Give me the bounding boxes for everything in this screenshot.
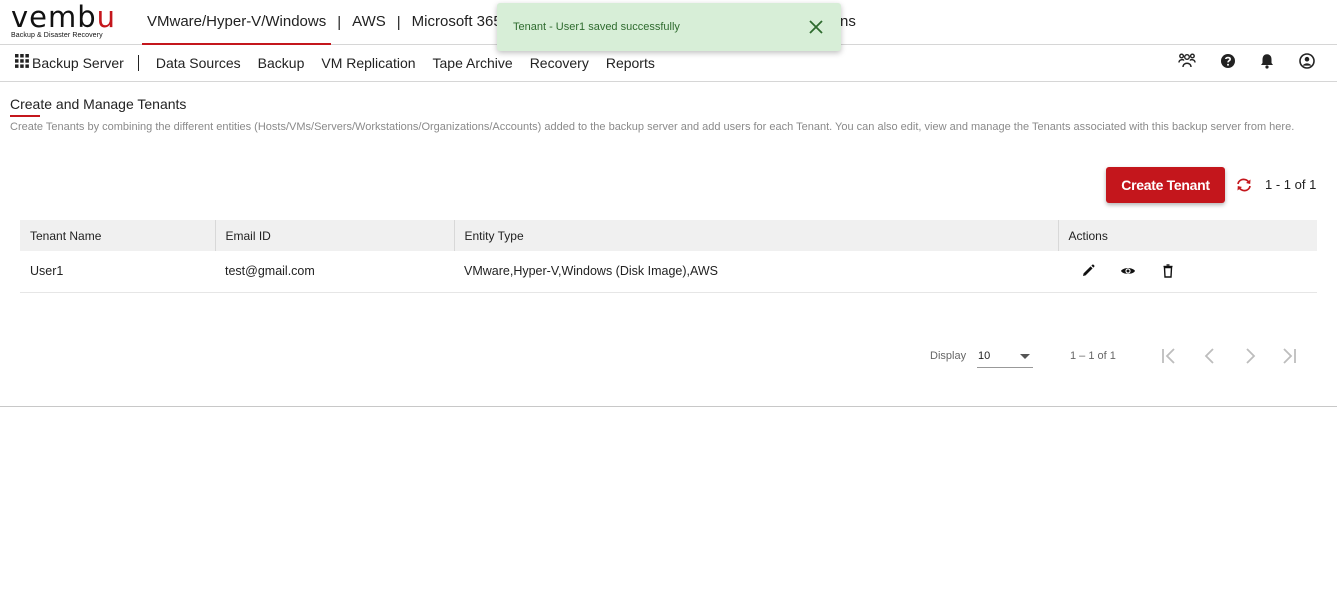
table-row: User1 test@gmail.com VMware,Hyper-V,Wind… xyxy=(20,251,1317,293)
user-account-icon[interactable] xyxy=(1298,52,1316,70)
notification-bell-icon[interactable] xyxy=(1258,52,1276,70)
cell-email-id: test@gmail.com xyxy=(215,251,454,293)
cell-tenant-name: User1 xyxy=(20,251,215,293)
tenants-table: Tenant Name Email ID Entity Type Actions… xyxy=(20,220,1317,293)
edit-pencil-icon[interactable] xyxy=(1080,263,1096,279)
record-range: 1 - 1 of 1 xyxy=(1265,177,1317,192)
next-page-icon[interactable] xyxy=(1240,346,1260,366)
toast-message: Tenant - User1 saved successfully xyxy=(513,21,680,33)
tab-vmware-hyperv-windows[interactable]: VMware/Hyper-V/Windows xyxy=(142,0,332,45)
page-title: Create and Manage Tenants xyxy=(10,96,187,112)
vembu-logo[interactable]: vembu Backup & Disaster Recovery xyxy=(11,3,121,41)
nav-recovery[interactable]: Recovery xyxy=(530,55,589,71)
tab-separator: | xyxy=(337,14,342,31)
column-header-actions: Actions xyxy=(1058,220,1317,251)
apps-grid-icon[interactable] xyxy=(15,54,29,68)
tab-partially-hidden[interactable]: ns xyxy=(840,0,856,44)
tenants-group-icon[interactable] xyxy=(1178,51,1196,69)
tab-separator: | xyxy=(396,14,401,31)
column-header-email-id[interactable]: Email ID xyxy=(215,220,455,251)
pagination-range: 1 – 1 of 1 xyxy=(1070,350,1116,362)
first-page-icon[interactable] xyxy=(1159,346,1179,366)
logo-wordmark: vembu xyxy=(11,0,117,34)
page-description: Create Tenants by combining the differen… xyxy=(10,121,1295,133)
nav-separator xyxy=(137,55,139,71)
previous-page-icon[interactable] xyxy=(1200,346,1220,366)
backup-server-menu[interactable]: Backup Server xyxy=(32,55,124,71)
column-header-entity-type[interactable]: Entity Type xyxy=(454,220,1059,251)
nav-reports[interactable]: Reports xyxy=(606,55,655,71)
page-size-select[interactable]: 10 xyxy=(977,347,1033,368)
chevron-down-icon xyxy=(1020,354,1030,359)
last-page-icon[interactable] xyxy=(1279,346,1299,366)
page-size-label: Display xyxy=(930,350,967,362)
content-divider xyxy=(0,406,1337,407)
table-header-row: Tenant Name Email ID Entity Type Actions xyxy=(20,220,1317,251)
success-toast: Tenant - User1 saved successfully xyxy=(497,3,841,51)
help-icon[interactable] xyxy=(1219,52,1237,70)
view-eye-icon[interactable] xyxy=(1120,263,1136,279)
delete-trash-icon[interactable] xyxy=(1160,263,1176,279)
nav-vm-replication[interactable]: VM Replication xyxy=(321,55,415,71)
column-header-tenant-name[interactable]: Tenant Name xyxy=(20,220,216,251)
title-underline xyxy=(10,115,40,117)
page-size-value: 10 xyxy=(978,350,991,362)
product-tabs: VMware/Hyper-V/Windows | AWS | Microsoft… xyxy=(142,0,523,45)
nav-backup[interactable]: Backup xyxy=(258,55,305,71)
close-icon[interactable] xyxy=(807,18,825,36)
nav-tape-archive[interactable]: Tape Archive xyxy=(433,55,513,71)
create-tenant-button[interactable]: Create Tenant xyxy=(1106,167,1225,203)
refresh-icon[interactable] xyxy=(1235,176,1253,194)
cell-actions xyxy=(1058,251,1317,293)
tab-aws[interactable]: AWS xyxy=(347,0,391,45)
cell-entity-type: VMware,Hyper-V,Windows (Disk Image),AWS xyxy=(454,251,1058,293)
nav-data-sources[interactable]: Data Sources xyxy=(156,55,241,71)
